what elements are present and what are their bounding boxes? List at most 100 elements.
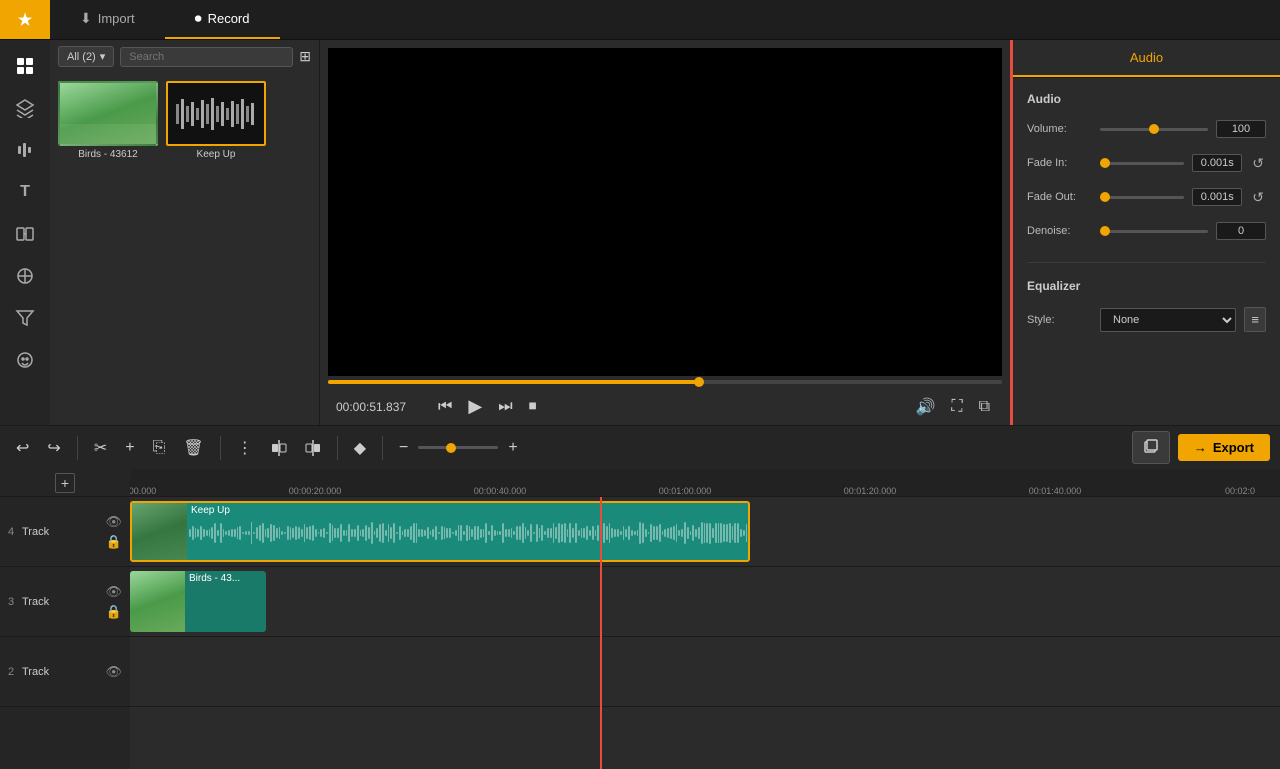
track-label-4: 4 Track 👁 🔒 [0, 497, 130, 567]
denoise-slider[interactable] [1100, 230, 1208, 233]
copy-clip-button[interactable]: ⎘ [147, 435, 172, 461]
track-row-2 [130, 637, 1280, 707]
progress-handle[interactable] [694, 377, 704, 387]
tab-import[interactable]: ⬇ Import [50, 0, 165, 39]
track-num-3: 3 [8, 596, 22, 608]
track-lock-4[interactable]: 🔒 [105, 534, 122, 550]
track-eye-4[interactable]: 👁 [105, 514, 122, 530]
preview-progress-bar-wrap[interactable] [320, 376, 1010, 388]
fade-in-row: Fade In: 0.001s ↺ [1027, 154, 1266, 172]
equalizer-settings-button[interactable]: ≡ [1244, 307, 1266, 332]
timeline-ruler: 00:00:00.000 00:00:20.000 00:00:40.000 0… [130, 469, 1280, 497]
sidebar-filters[interactable] [7, 300, 43, 336]
style-select[interactable]: None [1100, 308, 1236, 332]
track-icons-2: 👁 [105, 664, 122, 680]
export-button[interactable]: → Export [1178, 434, 1270, 461]
zoom-controls: − + [393, 435, 524, 461]
ruler-mark-5: 00:01:40.000 [1029, 486, 1082, 496]
progress-fill [328, 380, 699, 384]
crop-left-button[interactable] [265, 436, 293, 460]
track-lock-3[interactable]: 🔒 [105, 604, 122, 620]
chevron-down-icon: ▾ [100, 50, 106, 63]
timeline-tracks: Keep Up // Generate waveform bars const … [130, 497, 1280, 769]
track-label-3: 3 Track 👁 🔒 [0, 567, 130, 637]
track-eye-3[interactable]: 👁 [105, 584, 122, 600]
app-logo: ★ [0, 0, 50, 39]
preview-controls: 00:00:51.837 ⏮ ▶ ⏭ ⏹ 🔊 ⛶ ⧉ [320, 388, 1010, 425]
fade-in-slider[interactable] [1100, 162, 1184, 165]
step-back-button[interactable]: ⏮ [434, 394, 456, 420]
tab-record[interactable]: ⏺ Record [165, 0, 280, 39]
fade-out-row: Fade Out: 0.001s ↺ [1027, 188, 1266, 206]
right-panel: Audio Audio Volume: 100 Fade In: 0.001s … [1010, 40, 1280, 425]
media-item-birds[interactable]: Birds - 43612 [58, 81, 158, 160]
sidebar-transitions[interactable] [7, 216, 43, 252]
fade-out-reset[interactable]: ↺ [1250, 189, 1266, 206]
track-name-4: Track [22, 526, 105, 538]
media-grid-button[interactable]: ⊞ [299, 48, 311, 65]
record-label: Record [208, 11, 250, 26]
ruler-mark-4: 00:01:20.000 [844, 486, 897, 496]
split-button[interactable]: ⋮ [231, 434, 259, 462]
play-button[interactable]: ▶ [464, 392, 486, 421]
step-forward-button[interactable]: ⏭ [494, 394, 516, 420]
progress-bar[interactable] [328, 380, 1002, 384]
import-label: Import [98, 11, 135, 26]
sidebar-stickers[interactable] [7, 342, 43, 378]
export-area: → Export [1132, 431, 1270, 464]
keepup-timeline-clip[interactable]: Keep Up // Generate waveform bars const … [130, 501, 750, 562]
sidebar-layers[interactable] [7, 90, 43, 126]
denoise-row: Denoise: 0 [1027, 222, 1266, 240]
timeline-area: + 4 Track 👁 🔒 3 Track 👁 🔒 2 Track 👁 [0, 469, 1280, 769]
import-icon: ⬇ [80, 10, 92, 27]
sidebar-audio[interactable] [7, 132, 43, 168]
clip-thumb-birds [130, 571, 185, 632]
media-search-input[interactable] [120, 47, 293, 67]
audio-tab-label: Audio [1130, 50, 1163, 65]
main-area: T All (2) ▾ ⊞ [0, 40, 1280, 425]
fade-out-slider[interactable] [1100, 196, 1184, 199]
marker-button[interactable]: ◆ [348, 434, 372, 462]
undo-button[interactable]: ↩ [10, 434, 35, 462]
zoom-out-button[interactable]: − [393, 435, 414, 461]
audio-section-title: Audio [1027, 92, 1266, 106]
media-panel: All (2) ▾ ⊞ Birds - 43612 [50, 40, 320, 425]
delete-button[interactable]: 🗑 [177, 434, 209, 462]
crop-right-button[interactable] [299, 436, 327, 460]
sidebar-media[interactable] [7, 48, 43, 84]
sidebar-text[interactable]: T [7, 174, 43, 210]
copy-export-button[interactable] [1132, 431, 1170, 464]
add-clip-button[interactable]: + [119, 435, 140, 461]
toolbar-separator-3 [337, 436, 338, 460]
add-track-button[interactable]: + [55, 473, 75, 493]
media-filter-button[interactable]: All (2) ▾ [58, 46, 114, 67]
stop-button[interactable]: ⏹ [525, 394, 541, 420]
media-item-keepup[interactable]: Keep Up [166, 81, 266, 160]
audio-panel-content: Audio Volume: 100 Fade In: 0.001s ↺ [1013, 78, 1280, 346]
fullscreen-button[interactable]: ⛶ [947, 394, 966, 420]
track-icons-4: 👁 🔒 [105, 514, 122, 550]
denoise-label: Denoise: [1027, 225, 1092, 237]
zoom-in-button[interactable]: + [502, 435, 523, 461]
zoom-slider[interactable] [418, 446, 498, 449]
playhead [600, 497, 602, 769]
track-label-2: 2 Track 👁 [0, 637, 130, 707]
volume-slider[interactable] [1100, 128, 1208, 131]
pip-button[interactable]: ⧉ [975, 394, 994, 420]
track-num-2: 2 [8, 666, 22, 678]
cut-button[interactable]: ✂ [88, 434, 113, 462]
redo-button[interactable]: ↪ [41, 434, 66, 462]
birds-timeline-clip[interactable]: Birds - 43... [130, 571, 266, 632]
sidebar-effects[interactable] [7, 258, 43, 294]
equalizer-section-title: Equalizer [1027, 279, 1266, 293]
volume-button[interactable]: 🔊 [911, 393, 939, 421]
ruler-mark-2: 00:00:40.000 [474, 486, 527, 496]
toolbar-separator-2 [220, 436, 221, 460]
fade-in-reset[interactable]: ↺ [1250, 155, 1266, 172]
timeline-header-spacer: + [0, 469, 130, 497]
tab-audio[interactable]: Audio [1013, 40, 1280, 77]
style-row: Style: None ≡ [1027, 307, 1266, 332]
timeline-right: 00:00:00.000 00:00:20.000 00:00:40.000 0… [130, 469, 1280, 769]
track-eye-2[interactable]: 👁 [105, 664, 122, 680]
export-label: Export [1213, 440, 1254, 455]
